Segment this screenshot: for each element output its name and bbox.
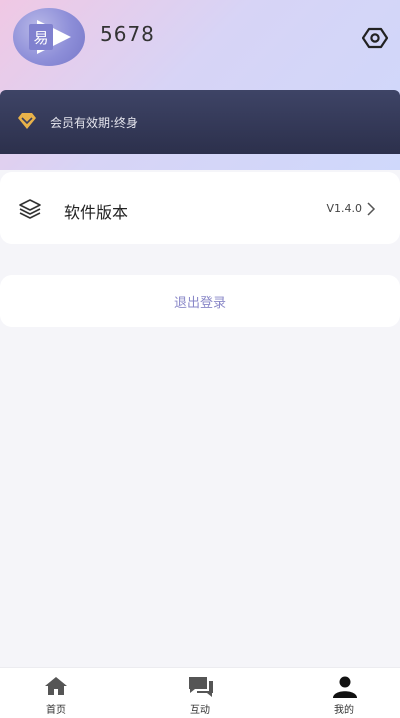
membership-text: 会员有效期:终身 — [50, 116, 139, 130]
chat-icon — [189, 677, 213, 697]
username: 5678 — [100, 22, 155, 46]
settings-icon[interactable] — [361, 26, 389, 50]
tab-home[interactable]: 首页 — [16, 668, 96, 718]
tab-home-label: 首页 — [46, 705, 66, 716]
profile-header: 易 5678 会员有效期:终身 — [0, 0, 400, 170]
layers-icon — [19, 199, 41, 219]
play-logo-icon: 易 — [29, 20, 71, 54]
tab-interaction-label: 互动 — [190, 705, 210, 716]
chevron-right-icon — [367, 202, 376, 216]
version-label: 软件版本 — [64, 203, 129, 222]
tab-mine-label: 我的 — [334, 705, 354, 716]
tab-mine[interactable]: 我的 — [304, 668, 384, 718]
diamond-icon — [18, 113, 36, 129]
membership-bar: 会员有效期:终身 — [0, 90, 400, 154]
home-icon — [45, 677, 67, 695]
tab-interaction[interactable]: 互动 — [160, 668, 240, 718]
user-icon — [333, 676, 357, 698]
software-version-item[interactable]: 软件版本 V1.4.0 — [0, 172, 400, 244]
avatar-glyph: 易 — [33, 29, 48, 47]
logout-button[interactable]: 退出登录 — [0, 275, 400, 327]
version-value: V1.4.0 — [326, 202, 362, 215]
logout-label: 退出登录 — [173, 296, 226, 311]
bottom-tab-bar: 首页 互动 我的 — [0, 667, 400, 718]
avatar[interactable]: 易 — [13, 8, 85, 66]
